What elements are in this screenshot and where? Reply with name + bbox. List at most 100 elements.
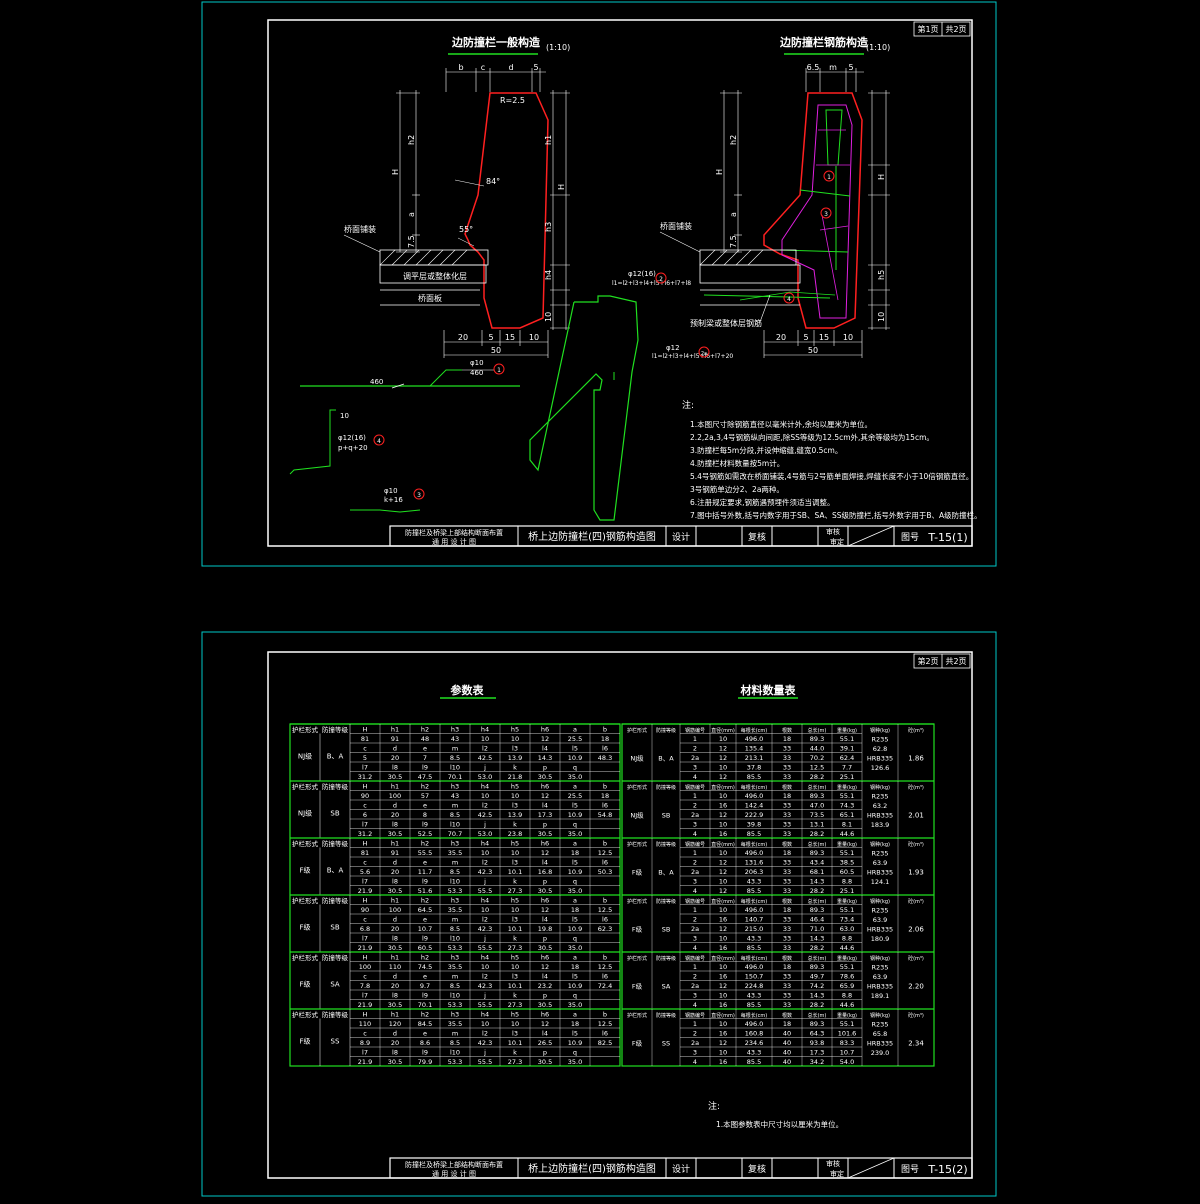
param-cell: l10 xyxy=(450,1049,460,1057)
mat-header-cell: 护栏形式 xyxy=(627,841,647,848)
param-cell: c xyxy=(363,859,367,867)
param-cell: j xyxy=(483,992,486,1000)
mat-cell: 12 xyxy=(719,925,727,933)
param-cell: 21.9 xyxy=(358,887,372,895)
param-cell: l8 xyxy=(392,1049,398,1057)
mat-cell: 18 xyxy=(783,1020,791,1028)
page-total: 共2页 xyxy=(945,25,966,34)
mat-header-cell: 直径(mm) xyxy=(711,841,735,848)
param-cell: k xyxy=(513,764,517,772)
rebar1-diameter: φ10 xyxy=(470,359,484,367)
param-header-level: 防撞等级 xyxy=(322,839,349,848)
param-cell: l10 xyxy=(450,992,460,1000)
param-cell: l9 xyxy=(422,992,428,1000)
param-cell: 10.1 xyxy=(508,868,522,876)
param-cell: 21.8 xyxy=(508,773,522,781)
param-cell: j xyxy=(483,878,486,886)
param-cell: 35.0 xyxy=(568,1058,582,1066)
param-cell: l5 xyxy=(572,802,578,810)
mat-cell: 28.2 xyxy=(810,1001,824,1009)
mat-cell: 83.3 xyxy=(840,1039,854,1047)
param-header-level: 防撞等级 xyxy=(322,1010,349,1019)
param-cell: 60.5 xyxy=(418,944,432,952)
param-cell: 10 xyxy=(511,792,519,800)
mat-cell: 74.3 xyxy=(840,802,854,810)
mat-header-cell: 根数 xyxy=(782,841,792,848)
mat-header-cell: 护栏形式 xyxy=(627,1012,647,1019)
dim-10-left: 10 xyxy=(544,312,553,322)
dim-10-bottom-right: 10 xyxy=(843,333,853,342)
rebar4-formula: p+q+20 xyxy=(338,444,368,452)
mat-cell: 33 xyxy=(783,925,791,933)
param-cell: 11.7 xyxy=(418,868,432,876)
param-cell: 35.0 xyxy=(568,773,582,781)
mat-header-cell: 重量(kg) xyxy=(837,784,857,791)
param-cell: 42.3 xyxy=(478,925,492,933)
mat-cell: 4 xyxy=(693,830,697,838)
mat-cell: 4 xyxy=(693,773,697,781)
param-cell: h5 xyxy=(511,783,519,791)
param-cell: a xyxy=(573,840,577,848)
param-cell: 8.5 xyxy=(450,982,460,990)
mat-cell: 1 xyxy=(693,792,697,800)
left-view-scale: (1:10) xyxy=(546,43,570,52)
param-cell: 12.5 xyxy=(598,1020,612,1028)
mat-cell: 2 xyxy=(693,1030,697,1038)
mat-cell: 10 xyxy=(719,764,727,772)
mat-cell: 40 xyxy=(783,1058,791,1066)
mat-cell: 71.0 xyxy=(810,925,824,933)
mat-cell: 55.1 xyxy=(840,735,854,743)
param-cell: h4 xyxy=(481,897,489,905)
mat-header-cell: 砼(m³) xyxy=(908,955,924,962)
param-cell: q xyxy=(573,764,577,772)
callout-4-text: 4 xyxy=(377,438,381,445)
mat-header-cell: 每根长(cm) xyxy=(741,898,768,905)
mat-steel-cell: HRB335 xyxy=(867,869,893,877)
mat-cell: 33 xyxy=(783,773,791,781)
mat-cell: 2a xyxy=(691,925,699,933)
mat-cell: 496.0 xyxy=(745,849,764,857)
param-cell: 42.3 xyxy=(478,982,492,990)
radius-label: R=2.5 xyxy=(500,96,525,105)
mat-level-cell: SB xyxy=(662,812,671,820)
mat-cell: 16 xyxy=(719,1030,727,1038)
tb2-check: 复核 xyxy=(748,1163,766,1175)
mat-header-cell: 总长(m) xyxy=(808,898,827,905)
param-cell: 10 xyxy=(481,792,489,800)
mat-steel-cell: R235 xyxy=(872,964,889,972)
dim-5-bottom-right: 5 xyxy=(803,333,808,342)
dim-5-right: 5 xyxy=(848,63,853,72)
param-cell: p xyxy=(543,821,547,829)
param-type-cell: NJ级 xyxy=(298,752,312,761)
mat-header-cell: 钢种(kg) xyxy=(870,955,890,962)
param-cell: a xyxy=(573,726,577,734)
param-cell: e xyxy=(423,1030,427,1038)
param-cell: 70.1 xyxy=(418,1001,432,1009)
param-type-cell: NJ级 xyxy=(298,809,312,818)
mat-cell: 85.5 xyxy=(747,830,761,838)
dim-h5-rebar-right: h5 xyxy=(877,270,886,280)
sheet-1-page-box: 第1页 共2页 xyxy=(913,21,971,37)
param-cell: 12 xyxy=(541,849,549,857)
param-cell: l3 xyxy=(512,745,518,753)
mat-header-cell: 防撞等级 xyxy=(656,898,676,905)
mat-type-cell: F级 xyxy=(632,982,643,991)
rebar1-len-label: 460 xyxy=(470,369,483,377)
param-cell: l9 xyxy=(422,878,428,886)
mat-cell: 2a xyxy=(691,811,699,819)
param-cell: 10.9 xyxy=(568,925,582,933)
mat-cell: 496.0 xyxy=(745,963,764,971)
param-cell: l10 xyxy=(450,821,460,829)
mat-cell: 73.5 xyxy=(810,811,824,819)
angle-84-label: 84° xyxy=(486,177,500,186)
param-cell: l6 xyxy=(602,802,608,810)
param-cell: 8.5 xyxy=(450,868,460,876)
param-type-cell: F级 xyxy=(299,866,310,875)
mat-cell: 55.1 xyxy=(840,792,854,800)
mat-cell: 4 xyxy=(693,1058,697,1066)
mat-cell: 62.4 xyxy=(840,754,854,762)
param-cell: d xyxy=(393,859,397,867)
mat-steel-cell: 62.8 xyxy=(873,745,887,753)
param-cell: 12.5 xyxy=(598,906,612,914)
param-cell: 30.5 xyxy=(388,773,402,781)
